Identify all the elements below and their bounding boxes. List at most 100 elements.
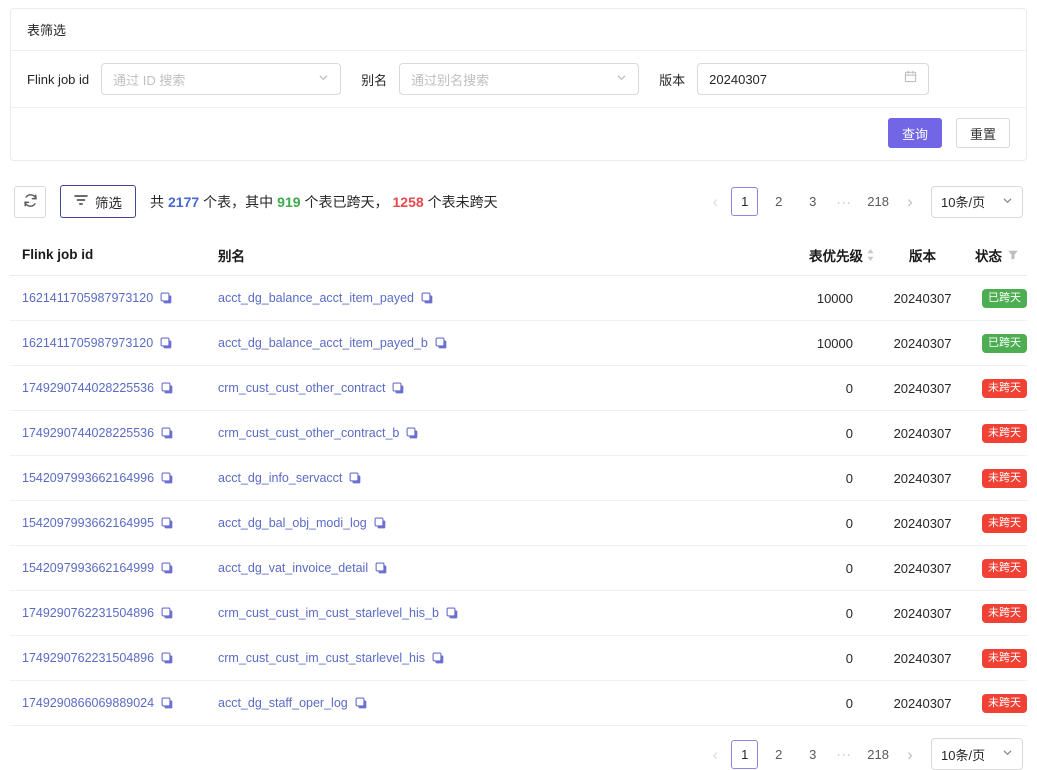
reset-button[interactable]: 重置	[956, 118, 1010, 148]
calendar-icon	[904, 70, 917, 88]
copy-icon[interactable]	[160, 337, 173, 350]
filter-funnel-icon[interactable]	[1007, 249, 1019, 261]
alias-link[interactable]: acct_dg_bal_obj_modi_log	[218, 516, 367, 530]
alias-link[interactable]: acct_dg_info_servacct	[218, 471, 342, 485]
refresh-button[interactable]	[14, 186, 46, 218]
copy-icon[interactable]	[355, 697, 368, 710]
status-badge: 未跨天	[982, 649, 1027, 668]
table-body: 1621411705987973120 acct_dg_balance_acct…	[10, 276, 1027, 726]
alias-link[interactable]: crm_cust_cust_im_cust_starlevel_his	[218, 651, 425, 665]
version-label: 版本	[659, 70, 685, 89]
flink-job-id-link[interactable]: 1749290744028225536	[22, 381, 154, 395]
jump-pages-ellipsis[interactable]: ···	[833, 195, 855, 209]
table-row: 1749290762231504896 crm_cust_cust_im_cus…	[10, 591, 1027, 636]
flink-job-id-link[interactable]: 1749290744028225536	[22, 426, 154, 440]
page-button-3[interactable]: 3	[799, 740, 826, 769]
alias-link[interactable]: crm_cust_cust_im_cust_starlevel_his_b	[218, 606, 439, 620]
page-button-3[interactable]: 3	[799, 187, 826, 216]
page-button-last[interactable]: 218	[862, 187, 894, 216]
status-badge: 未跨天	[982, 559, 1027, 578]
priority-value: 0	[725, 471, 875, 486]
copy-icon[interactable]	[446, 607, 459, 620]
flink-job-id-link[interactable]: 1749290762231504896	[22, 606, 154, 620]
alias-select[interactable]: 通过别名搜索	[399, 63, 639, 95]
filter-toggle-button[interactable]: 筛选	[60, 185, 136, 218]
summary-uncrossed-count: 1258	[393, 194, 424, 210]
version-value: 20240307	[875, 696, 970, 711]
query-button[interactable]: 查询	[888, 118, 942, 148]
flink-job-id-link[interactable]: 1749290866069889024	[22, 696, 154, 710]
copy-icon[interactable]	[375, 562, 388, 575]
copy-icon[interactable]	[374, 517, 387, 530]
priority-value: 0	[725, 561, 875, 576]
flink-job-id-label: Flink job id	[27, 72, 89, 87]
header-version: 版本	[875, 245, 970, 265]
flink-job-id-select[interactable]: 通过 ID 搜索	[101, 63, 341, 95]
copy-icon[interactable]	[161, 472, 174, 485]
sort-icon[interactable]	[866, 248, 875, 262]
next-page-button[interactable]: ›	[901, 187, 919, 216]
summary-text: 个表已跨天，	[305, 192, 389, 212]
page-button-2[interactable]: 2	[765, 740, 792, 769]
flink-job-id-link[interactable]: 1542097993662164999	[22, 561, 154, 575]
version-value: 20240307	[875, 381, 970, 396]
page-button-1[interactable]: 1	[731, 740, 758, 769]
prev-page-button[interactable]: ‹	[706, 187, 724, 216]
filter-actions: 查询 重置	[11, 107, 1026, 160]
copy-icon[interactable]	[160, 292, 173, 305]
copy-icon[interactable]	[435, 337, 448, 350]
copy-icon[interactable]	[161, 697, 174, 710]
refresh-icon	[23, 193, 38, 211]
copy-icon[interactable]	[432, 652, 445, 665]
flink-job-id-link[interactable]: 1621411705987973120	[22, 291, 153, 305]
jump-pages-ellipsis[interactable]: ···	[833, 747, 855, 761]
flink-job-id-link[interactable]: 1542097993662164995	[22, 516, 154, 530]
alias-label: 别名	[361, 70, 387, 89]
chevron-down-icon	[1002, 745, 1013, 763]
page-button-2[interactable]: 2	[765, 187, 792, 216]
priority-value: 0	[725, 381, 875, 396]
filter-card-title: 表筛选	[11, 9, 1026, 51]
page-size-select[interactable]: 10条/页	[931, 186, 1023, 218]
alias-link[interactable]: crm_cust_cust_other_contract	[218, 381, 385, 395]
copy-icon[interactable]	[161, 427, 174, 440]
flink-job-id-link[interactable]: 1749290762231504896	[22, 651, 154, 665]
copy-icon[interactable]	[349, 472, 362, 485]
version-date-input[interactable]: 20240307	[697, 63, 929, 95]
pagination-top: ‹ 1 2 3 ··· 218 › 10条/页	[706, 186, 1023, 218]
priority-value: 0	[725, 516, 875, 531]
summary-text: 个表未跨天	[428, 192, 498, 212]
alias-link[interactable]: acct_dg_balance_acct_item_payed	[218, 291, 414, 305]
status-badge: 未跨天	[982, 379, 1027, 398]
prev-page-button[interactable]: ‹	[706, 740, 724, 769]
copy-icon[interactable]	[392, 382, 405, 395]
version-value: 20240307	[875, 561, 970, 576]
status-badge: 未跨天	[982, 469, 1027, 488]
priority-value: 0	[725, 606, 875, 621]
page-button-1[interactable]: 1	[731, 187, 758, 216]
alias-link[interactable]: crm_cust_cust_other_contract_b	[218, 426, 399, 440]
page-size-select[interactable]: 10条/页	[931, 738, 1023, 770]
flink-job-id-link[interactable]: 1542097993662164996	[22, 471, 154, 485]
header-priority: 表优先级	[725, 245, 875, 265]
alias-link[interactable]: acct_dg_vat_invoice_detail	[218, 561, 368, 575]
alias-link[interactable]: acct_dg_staff_oper_log	[218, 696, 348, 710]
alias-link[interactable]: acct_dg_balance_acct_item_payed_b	[218, 336, 428, 350]
copy-icon[interactable]	[161, 562, 174, 575]
version-value: 20240307	[875, 426, 970, 441]
copy-icon[interactable]	[161, 517, 174, 530]
copy-icon[interactable]	[161, 607, 174, 620]
status-badge: 未跨天	[982, 604, 1027, 623]
copy-icon[interactable]	[161, 652, 174, 665]
copy-icon[interactable]	[406, 427, 419, 440]
table-row: 1542097993662164995 acct_dg_bal_obj_modi…	[10, 501, 1027, 546]
flink-job-id-link[interactable]: 1621411705987973120	[22, 336, 153, 350]
copy-icon[interactable]	[161, 382, 174, 395]
next-page-button[interactable]: ›	[901, 740, 919, 769]
version-value: 20240307	[875, 606, 970, 621]
page-button-last[interactable]: 218	[862, 740, 894, 769]
flink-job-id-placeholder: 通过 ID 搜索	[113, 70, 185, 89]
priority-value: 0	[725, 651, 875, 666]
copy-icon[interactable]	[421, 292, 434, 305]
table-row: 1542097993662164999 acct_dg_vat_invoice_…	[10, 546, 1027, 591]
